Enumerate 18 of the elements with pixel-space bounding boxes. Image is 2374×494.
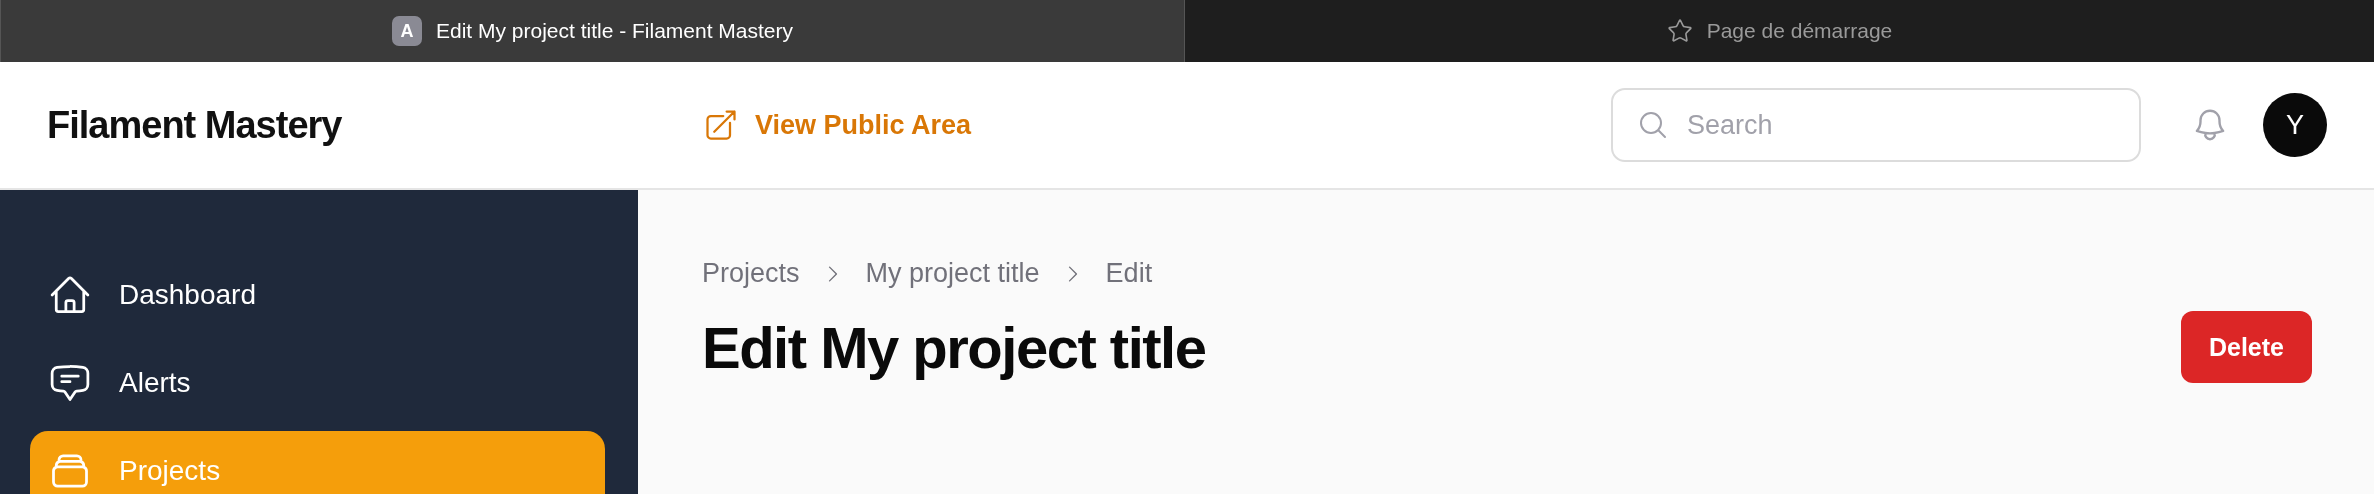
tab-title: Page de démarrage <box>1706 19 1893 43</box>
sidebar-item[interactable]: Dashboard <box>30 255 605 335</box>
tab-title: Edit My project title - Filament Mastery <box>435 19 794 43</box>
public-area-link[interactable]: View Public Area <box>703 107 972 143</box>
brand-name: Filament Mastery <box>47 103 343 147</box>
page-title: Edit My project title <box>702 313 1206 381</box>
breadcrumb-link[interactable]: Projects <box>702 258 800 289</box>
delete-button[interactable]: Delete <box>2180 311 2312 383</box>
sidebar-item[interactable]: Alerts <box>30 343 605 423</box>
breadcrumb-link[interactable]: My project title <box>865 258 1040 289</box>
browser-tab[interactable]: A Edit My project title - Filament Mastery <box>0 0 1184 62</box>
star-icon <box>1666 18 1693 44</box>
external-link-icon <box>703 107 739 143</box>
search-field[interactable]: Search <box>1611 88 2141 162</box>
breadcrumb-link[interactable]: Edit <box>1105 258 1153 289</box>
search-icon <box>1637 109 1669 141</box>
user-avatar[interactable]: Y <box>2263 93 2327 157</box>
favicon-icon: A <box>391 16 422 46</box>
